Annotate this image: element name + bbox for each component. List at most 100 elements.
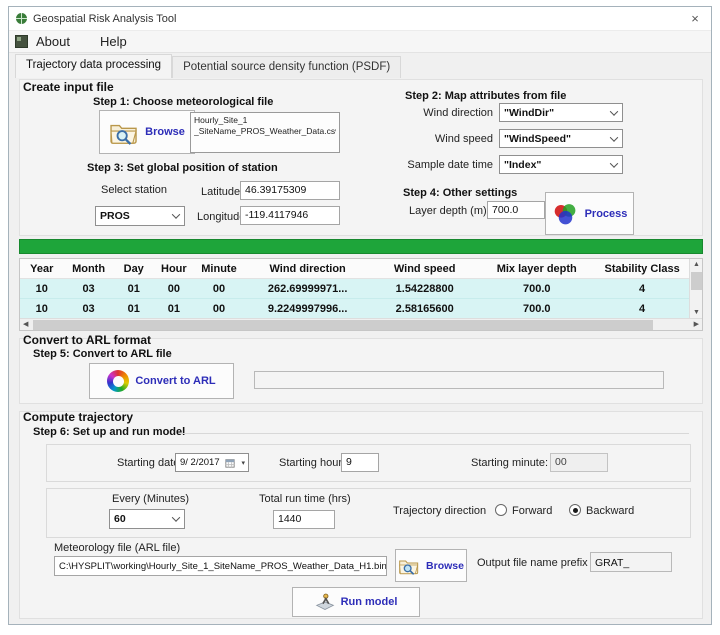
wind-direction-select[interactable]: "WindDir" [499, 103, 623, 122]
met-file-name-line2: _SiteName_PROS_Weather_Data.csv [194, 126, 336, 137]
station-value: PROS [100, 210, 130, 222]
about-menu-icon [15, 35, 28, 48]
col-hour[interactable]: Hour [154, 263, 194, 275]
browse-arl-file-button[interactable]: Browse [395, 549, 467, 582]
layer-depth-field[interactable]: 700.0 [487, 201, 545, 219]
cell: 01 [114, 283, 154, 295]
station-select[interactable]: PROS [95, 206, 185, 226]
scroll-left-icon[interactable]: ◀ [23, 321, 28, 328]
met-file-name-line1: Hourly_Site_1 [194, 115, 336, 126]
horizontal-scroll-thumb[interactable] [33, 320, 653, 330]
wind-speed-label: Wind speed [385, 133, 493, 145]
starting-hour-field[interactable]: 9 [341, 453, 379, 472]
tab-trajectory-data-processing[interactable]: Trajectory data processing [15, 54, 172, 78]
scroll-right-icon[interactable]: ▶ [694, 321, 699, 328]
starting-minute-label: Starting minute: [471, 457, 548, 469]
output-prefix-field[interactable]: GRAT_ [590, 552, 672, 572]
wind-speed-select[interactable]: "WindSpeed" [499, 129, 623, 148]
layer-depth-label: Layer depth (m) [409, 205, 487, 217]
step2-title: Step 2: Map attributes from file [405, 90, 566, 102]
scroll-up-icon[interactable]: ▲ [693, 261, 700, 268]
cell: 00 [194, 303, 244, 315]
starting-minute-field[interactable]: 00 [550, 453, 608, 472]
cell: 01 [154, 303, 194, 315]
col-stability-class[interactable]: Stability Class [595, 263, 689, 275]
col-minute[interactable]: Minute [194, 263, 244, 275]
chevron-down-icon [172, 513, 180, 521]
horizontal-scrollbar[interactable]: ◀ ▶ [20, 318, 702, 330]
starting-date-picker[interactable]: 9/ 2/2017 ▾ [175, 453, 249, 472]
window-title: Geospatial Risk Analysis Tool [33, 13, 176, 25]
title-bar: Geospatial Risk Analysis Tool × [9, 7, 711, 31]
vertical-scroll-thumb[interactable] [691, 272, 702, 290]
cell: 03 [63, 283, 113, 295]
convert-to-arl-label: Convert to ARL [135, 375, 215, 387]
backward-radio[interactable] [569, 504, 581, 516]
convert-to-arl-button[interactable]: Convert to ARL [89, 363, 234, 399]
browse-met-file-button[interactable]: Browse [99, 110, 195, 154]
cell: 262.69999971... [244, 283, 371, 295]
col-mix-layer-depth[interactable]: Mix layer depth [478, 263, 595, 275]
cell: 03 [63, 303, 113, 315]
col-wind-direction[interactable]: Wind direction [244, 263, 371, 275]
table-main: Year Month Day Hour Minute Wind directio… [20, 259, 689, 319]
starting-date-label: Starting date: [117, 457, 182, 469]
forward-label: Forward [512, 505, 552, 517]
forward-radio[interactable] [495, 504, 507, 516]
col-wind-speed[interactable]: Wind speed [371, 263, 478, 275]
met-arl-file-field[interactable]: C:\HYSPLIT\working\Hourly_Site_1_SiteNam… [54, 556, 387, 576]
cell: 00 [154, 283, 194, 295]
step3-title: Step 3: Set global position of station [87, 162, 278, 174]
wind-speed-value: "WindSpeed" [504, 133, 571, 145]
every-minutes-select[interactable]: 60 [109, 509, 185, 529]
total-run-time-field[interactable]: 1440 [273, 510, 335, 529]
every-minutes-label: Every (Minutes) [112, 493, 189, 505]
rainbow-ring-icon [107, 370, 129, 392]
every-minutes-value: 60 [114, 513, 126, 525]
calendar-icon [225, 458, 235, 468]
convert-arl-title: Convert to ARL format [23, 333, 151, 347]
vertical-scrollbar[interactable]: ▲ ▼ [689, 259, 702, 318]
longitude-label: Longitude [197, 211, 245, 223]
cell: 1.54228800 [371, 283, 478, 295]
compute-trajectory-title: Compute trajectory [23, 410, 133, 424]
menu-about[interactable]: About [28, 32, 78, 51]
col-month[interactable]: Month [63, 263, 113, 275]
col-year[interactable]: Year [20, 263, 63, 275]
app-window: Geospatial Risk Analysis Tool × About He… [8, 6, 712, 625]
latitude-field[interactable]: 46.39175309 [240, 181, 340, 200]
step5-title: Step 5: Convert to ARL file [33, 348, 172, 360]
processing-progress-bar [19, 239, 703, 254]
menu-bar: About Help [9, 31, 711, 53]
run-model-button[interactable]: Run model [292, 587, 420, 617]
longitude-field[interactable]: -119.4117946 [240, 206, 340, 225]
close-icon[interactable]: × [679, 7, 711, 30]
latitude-label: Latitude [201, 186, 240, 198]
app-icon [15, 12, 28, 25]
step4-title: Step 4: Other settings [403, 187, 517, 199]
cell: 2.58165600 [371, 303, 478, 315]
table-row[interactable]: 10 03 01 00 00 262.69999971... 1.5422880… [20, 279, 689, 299]
met-file-name-box[interactable]: Hourly_Site_1 _SiteName_PROS_Weather_Dat… [190, 112, 340, 153]
sample-date-time-label: Sample date time [371, 159, 493, 171]
menu-help[interactable]: Help [92, 32, 135, 51]
cell: 00 [194, 283, 244, 295]
table-row[interactable]: 10 03 01 01 00 9.2249997996... 2.5816560… [20, 299, 689, 319]
tab-psdf[interactable]: Potential source density function (PSDF) [172, 56, 401, 78]
wind-direction-label: Wind direction [385, 107, 493, 119]
cell: 10 [20, 303, 63, 315]
cell: 700.0 [478, 283, 595, 295]
backward-label: Backward [586, 505, 634, 517]
output-prefix-label: Output file name prefix [477, 557, 588, 569]
process-button[interactable]: Process [545, 192, 634, 235]
scroll-down-icon[interactable]: ▼ [693, 309, 700, 316]
met-arl-file-label: Meteorology file (ARL file) [54, 542, 180, 554]
chevron-down-icon [610, 133, 618, 141]
starting-date-value: 9/ 2/2017 [180, 457, 220, 468]
sample-date-time-select[interactable]: "Index" [499, 155, 623, 174]
cell: 9.2249997996... [244, 303, 371, 315]
dropdown-arrow-icon: ▾ [241, 459, 245, 467]
chevron-down-icon [610, 159, 618, 167]
col-day[interactable]: Day [114, 263, 154, 275]
cell: 4 [595, 283, 689, 295]
